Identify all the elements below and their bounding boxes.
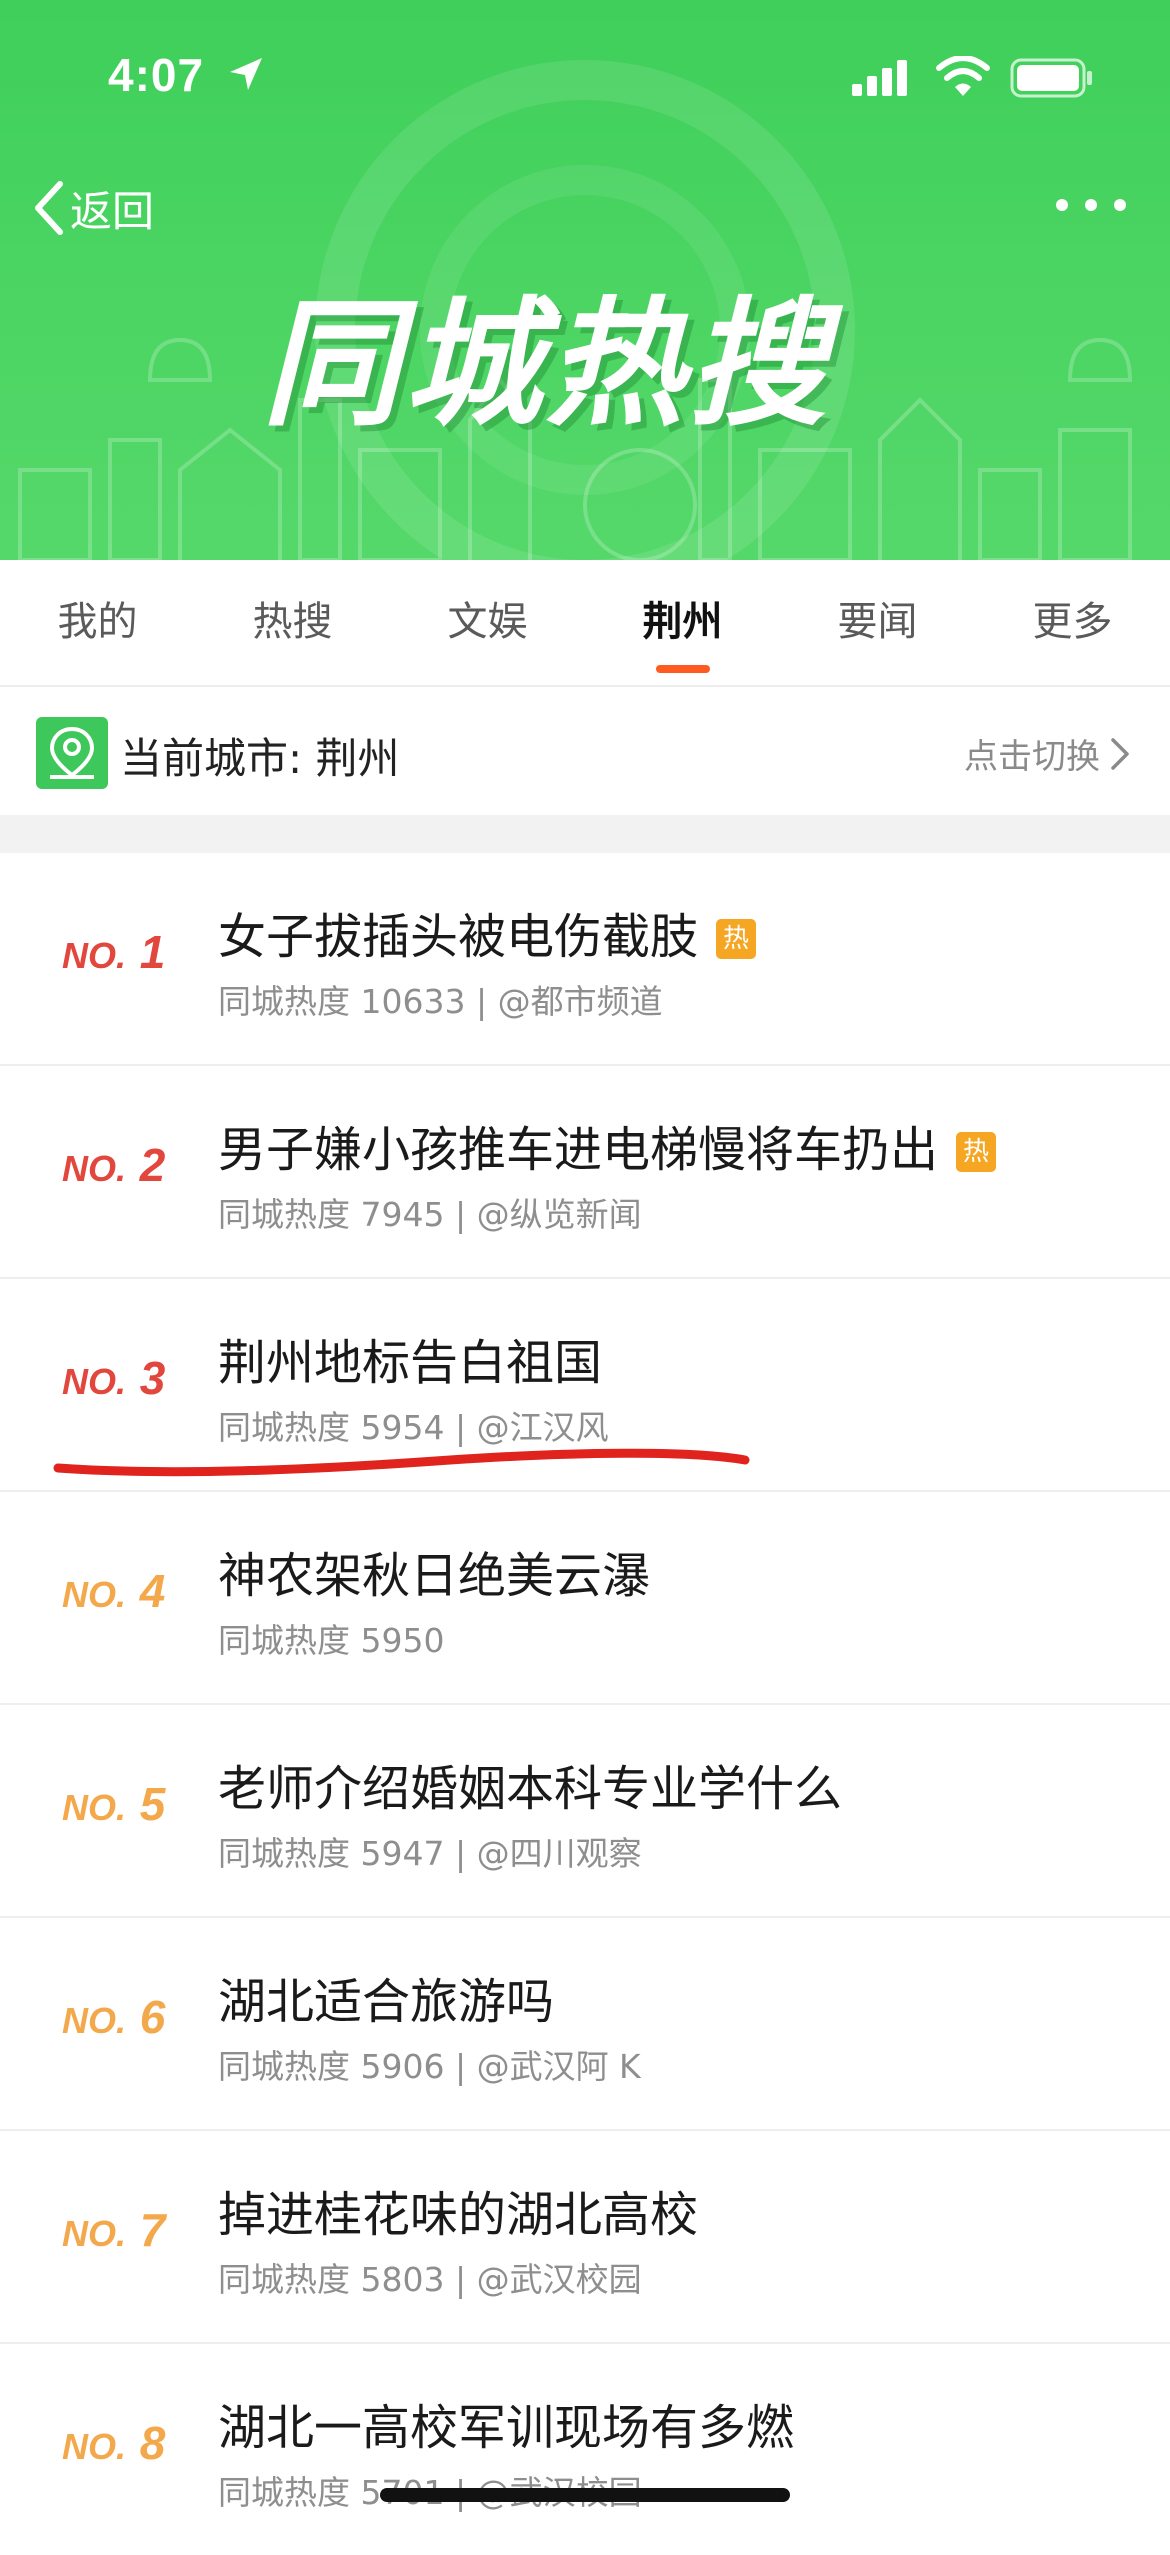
tab-label: 荆州: [642, 599, 723, 645]
hot-search-list: NO. 1 女子拔插头被电伤截肢热 同城热度 10633 | @都市频道 NO.…: [0, 853, 1170, 2555]
more-options-button[interactable]: [1056, 190, 1126, 220]
item-title: 荆州地标告白祖国: [218, 1335, 603, 1391]
location-pin-icon: [36, 717, 108, 789]
section-divider: [0, 815, 1170, 853]
item-meta: 同城热度 10633 | @都市频道: [218, 982, 663, 1021]
item-title: 老师介绍婚姻本科专业学什么: [218, 1761, 843, 1817]
tab-label: 文娱: [447, 599, 528, 645]
battery-icon: [1010, 58, 1092, 98]
chevron-right-icon: [1111, 737, 1129, 770]
tab-label: 热搜: [252, 599, 333, 645]
list-item[interactable]: NO. 4 神农架秋日绝美云瀑 同城热度 5950: [0, 1492, 1170, 1705]
red-underline-annotation: [53, 1448, 750, 1477]
more-dot-icon: [1056, 199, 1068, 211]
item-title: 神农架秋日绝美云瀑: [218, 1548, 651, 1604]
item-title: 湖北一高校军训现场有多燃: [218, 2400, 795, 2456]
list-item[interactable]: NO. 1 女子拔插头被电伤截肢热 同城热度 10633 | @都市频道: [0, 853, 1170, 1066]
item-title: 掉进桂花味的湖北高校: [218, 2187, 699, 2243]
tab-label: 更多: [1032, 599, 1113, 645]
item-meta: 同城热度 7945 | @纵览新闻: [218, 1195, 642, 1234]
item-meta: 同城热度 5950: [218, 1621, 445, 1660]
status-bar: 4:07: [0, 0, 1170, 150]
switch-city-label: 点击切换: [964, 737, 1100, 777]
active-tab-indicator: [655, 665, 710, 673]
back-label: 返回: [70, 186, 155, 236]
tab-bar: 我的 热搜 文娱 荆州 要闻 更多: [0, 560, 1170, 687]
rank-label: NO. 2: [62, 1139, 167, 1191]
list-item[interactable]: NO. 8 湖北一高校军训现场有多燃 同城热度 5701 | @武汉校园: [0, 2344, 1170, 2555]
back-button[interactable]: 返回: [30, 178, 154, 238]
item-title: 男子嫌小孩推车进电梯慢将车扔出热: [218, 1110, 997, 1180]
item-meta: 同城热度 5803 | @武汉校园: [218, 2260, 642, 2299]
tab-label: 要闻: [837, 599, 918, 645]
chevron-left-icon: [35, 181, 63, 235]
tab-more[interactable]: 更多: [975, 560, 1170, 685]
list-item[interactable]: NO. 6 湖北适合旅游吗 同城热度 5906 | @武汉阿 K: [0, 1918, 1170, 2131]
item-meta: 同城热度 5906 | @武汉阿 K: [218, 2047, 641, 2086]
tab-jingzhou[interactable]: 荆州: [585, 560, 780, 685]
rank-label: NO. 8: [62, 2417, 167, 2469]
hero-header: 4:07 返回 同城热搜: [0, 0, 1170, 560]
switch-city-button[interactable]: 点击切换: [964, 729, 1130, 778]
hero-title: 同城热搜: [262, 284, 831, 445]
list-item[interactable]: NO. 5 老师介绍婚姻本科专业学什么 同城热度 5947 | @四川观察: [0, 1705, 1170, 1918]
status-time: 4:07: [108, 49, 205, 101]
rank-label: NO. 7: [62, 2204, 167, 2256]
item-title: 湖北适合旅游吗: [218, 1974, 555, 2030]
item-title: 女子拔插头被电伤截肢热: [218, 897, 757, 967]
tab-hot-search[interactable]: 热搜: [195, 560, 390, 685]
rank-label: NO. 3: [62, 1352, 167, 1404]
rank-label: NO. 4: [62, 1565, 167, 1617]
cellular-signal-icon: [852, 60, 907, 96]
tab-mine[interactable]: 我的: [0, 560, 195, 685]
hot-badge: 热: [956, 1132, 997, 1172]
tab-headlines[interactable]: 要闻: [780, 560, 975, 685]
rank-label: NO. 5: [62, 1778, 167, 1830]
rank-label: NO. 1: [62, 926, 167, 978]
wifi-icon: [936, 56, 990, 96]
location-arrow-icon: [230, 58, 262, 90]
more-dot-icon: [1085, 199, 1097, 211]
tab-entertainment[interactable]: 文娱: [390, 560, 585, 685]
more-dot-icon: [1114, 199, 1126, 211]
item-meta: 同城热度 5947 | @四川观察: [218, 1834, 642, 1873]
home-indicator[interactable]: [380, 2488, 790, 2502]
hot-badge: 热: [716, 919, 757, 959]
list-item[interactable]: NO. 7 掉进桂花味的湖北高校 同城热度 5803 | @武汉校园: [0, 2131, 1170, 2344]
current-city-label: 当前城市: 荆州: [120, 734, 400, 783]
rank-label: NO. 6: [62, 1991, 167, 2043]
list-item[interactable]: NO. 2 男子嫌小孩推车进电梯慢将车扔出热 同城热度 7945 | @纵览新闻: [0, 1066, 1170, 1279]
tab-label: 我的: [57, 599, 138, 645]
current-city-row: 当前城市: 荆州 点击切换: [0, 687, 1170, 815]
